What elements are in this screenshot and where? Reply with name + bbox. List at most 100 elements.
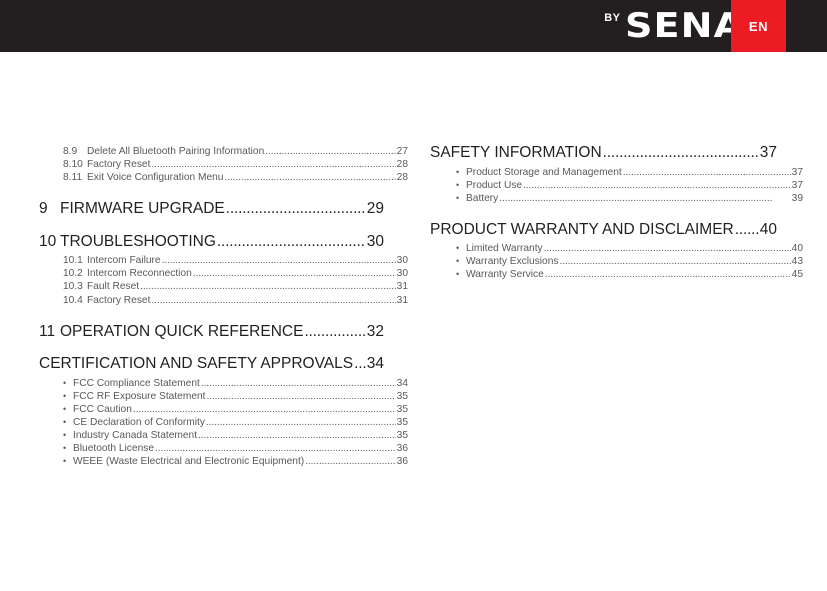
dot-leader: ........................................… (225, 201, 366, 217)
toc-bullet-entry[interactable]: • FCC Compliance Statement...............… (63, 377, 408, 390)
subentry-page-number: 28 (396, 159, 408, 171)
language-badge[interactable]: EN (731, 0, 786, 52)
toc-bullet-entry[interactable]: • Bluetooth License .....................… (63, 442, 408, 455)
bullet-title: Bluetooth License (73, 443, 154, 455)
subentry-title: Delete All Bluetooth Pairing Information (87, 146, 265, 157)
toc-section-heading[interactable]: PRODUCT WARRANTY AND DISCLAIMER.........… (430, 222, 777, 238)
toc-group: 10 TROUBLESHOOTING ......................… (39, 234, 408, 307)
toc-bullet-entry[interactable]: • Product Use ...........................… (456, 179, 803, 192)
subentry-number: 10.2 (63, 268, 83, 280)
dot-leader: ........................................… (132, 403, 396, 415)
toc-bullet-entry[interactable]: • Industry Canada Statement .............… (63, 429, 408, 442)
dot-leader: ........................................… (305, 456, 396, 468)
section-page-number: 40 (759, 220, 777, 238)
bullet-page-number: 39 (791, 192, 803, 204)
bullet-page-number: 35 (396, 430, 408, 442)
bullet-icon: • (63, 443, 67, 454)
dot-leader: ........................................… (354, 356, 366, 372)
bullet-page-number: 37 (791, 166, 803, 178)
toc-bullet-entry[interactable]: • Warranty Service.......................… (456, 268, 803, 281)
dot-leader: ........................................… (198, 430, 396, 442)
dot-leader: ........................................… (559, 256, 790, 268)
section-number: 11 (39, 322, 56, 340)
section-title: FIRMWARE UPGRADE (60, 200, 225, 218)
section-title: OPERATION QUICK REFERENCE (60, 322, 304, 340)
toc-section-heading[interactable]: 9 FIRMWARE UPGRADE.......................… (39, 201, 384, 217)
bullet-icon: • (63, 430, 67, 441)
bullet-icon: • (63, 403, 67, 414)
dot-leader: ........................................… (304, 323, 366, 340)
bullet-page-number: 34 (396, 377, 408, 389)
toc-column-right: SAFETY INFORMATION .....................… (430, 145, 803, 282)
bullet-title: FCC Compliance Statement (73, 377, 200, 389)
bullet-icon: • (456, 243, 460, 254)
section-page-number: 32 (366, 322, 384, 340)
toc-section-heading[interactable]: 10 TROUBLESHOOTING ......................… (39, 234, 384, 250)
section-page-number: 37 (759, 144, 777, 161)
toc-group: CERTIFICATION AND SAFETY APPROVALS......… (39, 356, 408, 468)
toc-bullet-entry[interactable]: • Battery................................… (456, 192, 803, 205)
toc-section-heading[interactable]: SAFETY INFORMATION .....................… (430, 145, 777, 161)
bullet-icon: • (456, 269, 460, 280)
toc-bullet-entry[interactable]: • CE Declaration of Conformity ..........… (63, 416, 408, 429)
toc-bullet-entry[interactable]: • Warranty Exclusions ...................… (456, 255, 803, 268)
toc-subentry[interactable]: 10.1 Intercom Failure....................… (63, 254, 408, 267)
section-title: SAFETY INFORMATION (430, 144, 602, 161)
toc-subentry[interactable]: 8.10 Factory Reset ......................… (63, 158, 408, 171)
subentry-page-number: 31 (396, 294, 408, 306)
toc-group: SAFETY INFORMATION .....................… (430, 145, 803, 205)
bullet-page-number: 37 (791, 179, 803, 191)
bullet-page-number: 45 (791, 269, 803, 281)
dot-leader: ........................................… (140, 281, 396, 293)
bullet-title: FCC Caution (73, 403, 132, 415)
toc-bullet-entry[interactable]: • FCC Caution ...........................… (63, 403, 408, 416)
toc-subentry[interactable]: 8.11 Exit Voice Configuration Menu.......… (63, 171, 408, 184)
header-bar: BY SENA EN (0, 0, 827, 52)
bullet-title: Product Storage and Management (466, 166, 622, 178)
bullet-icon: • (63, 377, 67, 388)
bullet-title: Warranty Exclusions (466, 256, 559, 268)
toc-subentry[interactable]: 10.3 Fault Reset.........................… (63, 280, 408, 293)
subentry-title: Factory Reset (87, 294, 151, 306)
subentry-title: Fault Reset (87, 281, 140, 293)
bullet-page-number: 35 (396, 390, 408, 402)
toc-section-heading[interactable]: 11 OPERATION QUICK REFERENCE ............… (39, 324, 384, 340)
brand-logo: BY SENA (604, 0, 742, 52)
section-page-number: 30 (366, 232, 384, 250)
bullet-icon: • (456, 192, 460, 203)
bullet-title: CE Declaration of Conformity (73, 416, 205, 428)
bullet-title: Battery (466, 192, 499, 204)
dot-leader: ........................................… (543, 243, 791, 255)
toc-subentry[interactable]: 10.2 Intercom Reconnection...............… (63, 267, 408, 280)
toc-group: 8.9 Delete All Bluetooth Pairing Informat… (39, 145, 408, 184)
toc-subentry[interactable]: 10.4 Factory Reset ......................… (63, 294, 408, 307)
section-title: PRODUCT WARRANTY AND DISCLAIMER (430, 220, 734, 238)
subentry-number: 10.3 (63, 281, 83, 293)
toc-column-left: 8.9 Delete All Bluetooth Pairing Informat… (39, 145, 408, 468)
subentry-title: Factory Reset (87, 159, 151, 171)
dot-leader: ........................................… (523, 179, 791, 191)
section-page-number: 29 (366, 200, 384, 218)
toc-section-heading[interactable]: CERTIFICATION AND SAFETY APPROVALS......… (39, 356, 384, 372)
bullet-title: Limited Warranty (466, 243, 543, 255)
toc-group: 9 FIRMWARE UPGRADE.......................… (39, 201, 384, 217)
dot-leader: ........................................… (155, 443, 396, 455)
brand-by-label: BY (604, 12, 621, 24)
toc-bullet-entry[interactable]: • FCC RF Exposure Statement..............… (63, 390, 408, 403)
subentry-page-number: 27 (396, 146, 408, 157)
section-page-number: 34 (366, 355, 384, 373)
dot-leader: ........................................… (205, 416, 396, 428)
subentry-number: 8.9 (63, 146, 78, 157)
bullet-icon: • (63, 390, 67, 401)
subentry-page-number: 31 (396, 281, 408, 293)
bullet-icon: • (456, 179, 460, 190)
subentry-number: 10.1 (63, 255, 83, 267)
dot-leader: ........................................… (151, 159, 395, 171)
toc-subentry[interactable]: 8.9 Delete All Bluetooth Pairing Informat… (63, 145, 408, 158)
toc-bullet-entry[interactable]: • Limited Warranty ......................… (456, 242, 803, 255)
subentry-number: 8.10 (63, 159, 83, 171)
section-title: TROUBLESHOOTING (60, 232, 216, 250)
toc-bullet-entry[interactable]: • WEEE (Waste Electrical and Electronic E… (63, 455, 408, 468)
dot-leader: ........................................… (206, 390, 395, 402)
toc-bullet-entry[interactable]: • Product Storage and Management.........… (456, 166, 803, 179)
